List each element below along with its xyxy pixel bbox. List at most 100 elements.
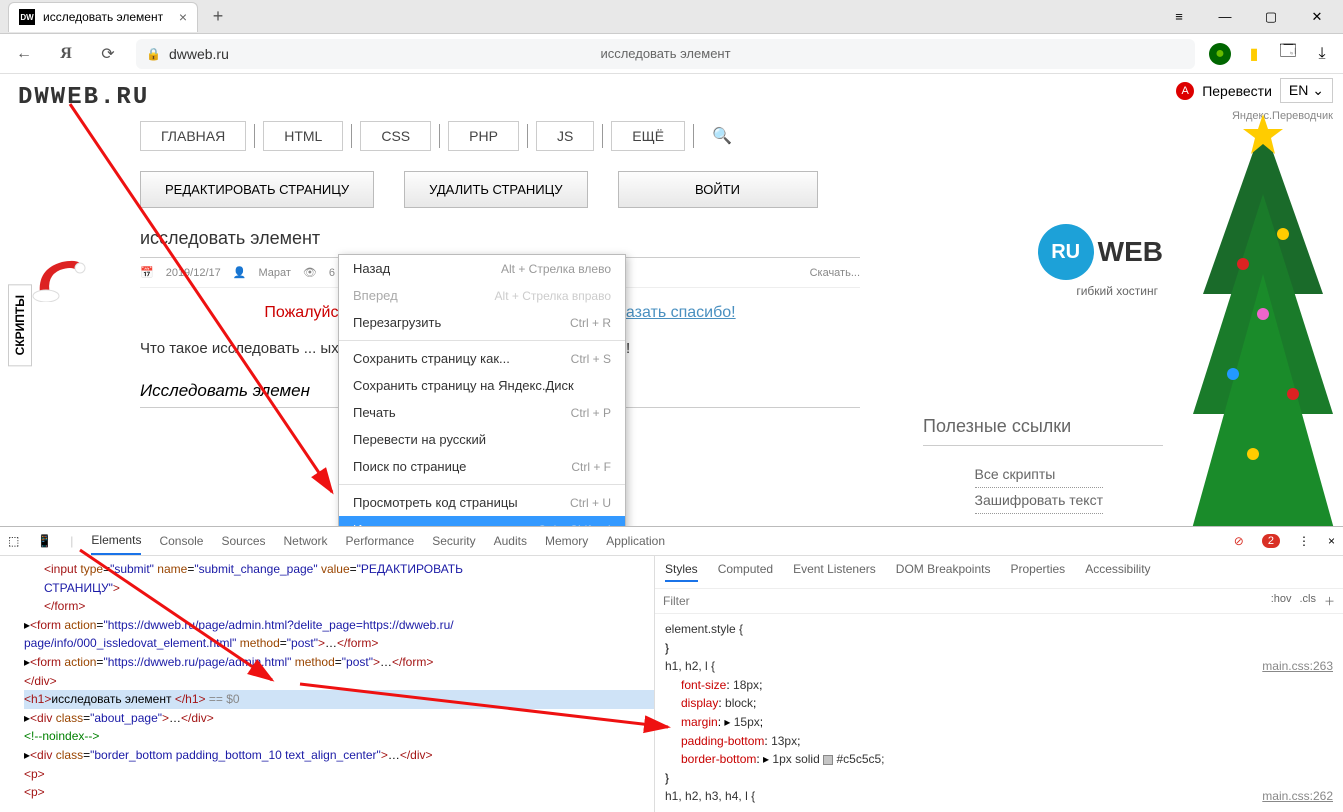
dt-tab-sources[interactable]: Sources — [221, 528, 265, 554]
dt-tab-security[interactable]: Security — [432, 528, 475, 554]
back-button[interactable]: ← — [10, 40, 38, 68]
side-link-encrypt[interactable]: Зашифровать текст — [975, 488, 1103, 514]
lock-icon: 🔒 — [146, 47, 161, 61]
download-link[interactable]: Скачать... — [810, 267, 860, 279]
santa-hat-icon — [32, 254, 86, 302]
nav-php[interactable]: PHP — [448, 121, 519, 151]
context-menu-item[interactable]: Поиск по страницеCtrl + F — [339, 453, 625, 480]
context-menu-item[interactable]: Перевести на русский — [339, 426, 625, 453]
side-links: Все скрипты Зашифровать текст — [975, 462, 1103, 514]
cls-toggle[interactable]: .cls — [1300, 593, 1317, 609]
close-button[interactable]: ✕ — [1295, 2, 1339, 32]
style-rules[interactable]: element.style { } main.css:263h1, h2, l … — [655, 614, 1343, 812]
rt-computed[interactable]: Computed — [718, 562, 773, 582]
dt-tab-network[interactable]: Network — [284, 528, 328, 554]
tab-close-icon[interactable]: × — [179, 9, 187, 25]
context-menu-item[interactable]: Просмотреть код страницыCtrl + U — [339, 489, 625, 516]
add-rule-icon[interactable]: ＋ — [1324, 593, 1335, 609]
address-bar: ← Я ⟳ 🔒 dwweb.ru исследовать элемент ● ▮… — [0, 34, 1343, 74]
downloads-button[interactable]: ⤓ — [1311, 43, 1333, 65]
translate-icon[interactable]: 🗔 — [1277, 43, 1299, 65]
styles-filter-input[interactable] — [663, 594, 1271, 608]
scripts-side-tab[interactable]: СКРИПТЫ — [8, 284, 32, 366]
eye-icon: 👁 — [303, 266, 317, 279]
side-link-scripts[interactable]: Все скрипты — [975, 462, 1103, 488]
context-menu-item[interactable]: Исследовать элементCtrl + Shift + I — [339, 516, 625, 526]
dt-tab-performance[interactable]: Performance — [346, 528, 415, 554]
rt-dom-bp[interactable]: DOM Breakpoints — [896, 562, 991, 582]
url-text: dwweb.ru — [169, 46, 229, 62]
rt-a11y[interactable]: Accessibility — [1085, 562, 1150, 582]
styles-panel: Styles Computed Event Listeners DOM Brea… — [655, 556, 1343, 812]
yandex-button[interactable]: Я — [52, 40, 80, 68]
edit-page-button[interactable]: РЕДАКТИРОВАТЬ СТРАНИЦУ — [140, 171, 374, 208]
dt-tab-elements[interactable]: Elements — [91, 527, 141, 555]
dt-tab-audits[interactable]: Audits — [494, 528, 527, 554]
rt-events[interactable]: Event Listeners — [793, 562, 876, 582]
site-logo[interactable]: DWWEB.RU — [0, 74, 1343, 121]
url-field[interactable]: 🔒 dwweb.ru исследовать элемент — [136, 39, 1195, 69]
page-content: DWWEB.RU A Перевести EN ⌄ Яндекс.Перевод… — [0, 74, 1343, 526]
ruweb-subtitle: гибкий хостинг — [1076, 284, 1158, 298]
user-icon: 👤 — [233, 266, 247, 279]
tab-title: исследовать элемент — [43, 10, 163, 24]
devtools-panel: ⬚ 📱 | Elements Console Sources Network P… — [0, 526, 1343, 800]
calendar-icon: 📅 — [140, 266, 154, 279]
context-menu-item[interactable]: ПерезагрузитьCtrl + R — [339, 309, 625, 336]
device-toggle-icon[interactable]: 📱 — [37, 534, 52, 548]
translate-lang[interactable]: EN ⌄ — [1280, 78, 1333, 103]
addr-center-text: исследовать элемент — [600, 46, 730, 61]
meta-views: 6 — [329, 267, 335, 279]
context-menu: НазадAlt + Стрелка влевоВпередAlt + Стре… — [338, 254, 626, 526]
devtools-toolbar: ⬚ 📱 | Elements Console Sources Network P… — [0, 527, 1343, 556]
new-tab-button[interactable]: + — [204, 3, 232, 31]
main-nav: ГЛАВНАЯ HTML CSS PHP JS ЕЩЁ 🔍 — [140, 121, 1343, 151]
elements-tree[interactable]: <input type="submit" name="submit_change… — [0, 556, 655, 812]
delete-page-button[interactable]: УДАЛИТЬ СТРАНИЦУ — [404, 171, 587, 208]
say-thanks-link[interactable]: сказать спасибо! — [611, 304, 736, 321]
context-menu-item[interactable]: НазадAlt + Стрелка влево — [339, 255, 625, 282]
context-menu-item[interactable]: Сохранить страницу как...Ctrl + S — [339, 345, 625, 372]
rt-styles[interactable]: Styles — [665, 562, 698, 582]
hov-toggle[interactable]: :hov — [1271, 593, 1292, 609]
selected-element[interactable]: <h1>исследовать элемент </h1> == $0 — [24, 690, 654, 709]
reload-button[interactable]: ⟳ — [94, 40, 122, 68]
minimize-button[interactable]: — — [1203, 2, 1247, 32]
context-menu-item[interactable]: Сохранить страницу на Яндекс.Диск — [339, 372, 625, 399]
meta-date: 2019/12/17 — [166, 267, 221, 279]
inspect-icon[interactable]: ⬚ — [8, 534, 19, 548]
error-count[interactable]: 2 — [1262, 534, 1280, 548]
nav-js[interactable]: JS — [536, 121, 594, 151]
nav-more[interactable]: ЕЩЁ — [611, 121, 685, 151]
yandex-translator-label: Яндекс.Переводчик — [1232, 110, 1333, 122]
browser-tab-strip: DW исследовать элемент × + ≡ — ▢ ✕ — [0, 0, 1343, 34]
useful-links-heading: Полезные ссылки — [923, 416, 1163, 446]
ext-green-icon[interactable]: ● — [1209, 43, 1231, 65]
dt-tab-application[interactable]: Application — [606, 528, 665, 554]
ruweb-text: WEB — [1098, 236, 1163, 268]
browser-tab[interactable]: DW исследовать элемент × — [8, 2, 198, 32]
search-icon[interactable]: 🔍 — [712, 126, 732, 146]
maximize-button[interactable]: ▢ — [1249, 2, 1293, 32]
context-menu-item[interactable]: ПечатьCtrl + P — [339, 399, 625, 426]
dt-tab-console[interactable]: Console — [159, 528, 203, 554]
context-menu-item[interactable]: ВпередAlt + Стрелка вправо — [339, 282, 625, 309]
menu-button[interactable]: ≡ — [1157, 2, 1201, 32]
nav-css[interactable]: CSS — [360, 121, 431, 151]
favicon: DW — [19, 9, 35, 25]
dt-tab-memory[interactable]: Memory — [545, 528, 588, 554]
error-icon[interactable]: ⊘ — [1234, 534, 1244, 548]
rt-props[interactable]: Properties — [1010, 562, 1065, 582]
nav-main[interactable]: ГЛАВНАЯ — [140, 121, 246, 151]
translate-label[interactable]: Перевести — [1202, 83, 1272, 99]
dt-more-icon[interactable]: ⋮ — [1298, 534, 1310, 548]
nav-html[interactable]: HTML — [263, 121, 343, 151]
dt-close-icon[interactable]: × — [1328, 534, 1335, 548]
translate-globe-icon: A — [1176, 82, 1194, 100]
ruweb-circle: RU — [1038, 224, 1094, 280]
ruweb-logo[interactable]: RU WEB — [1038, 224, 1163, 280]
meta-author: Марат — [258, 267, 290, 279]
login-button[interactable]: ВОЙТИ — [618, 171, 818, 208]
ext-yellow-icon[interactable]: ▮ — [1243, 43, 1265, 65]
translate-bar: A Перевести EN ⌄ — [1176, 78, 1333, 103]
